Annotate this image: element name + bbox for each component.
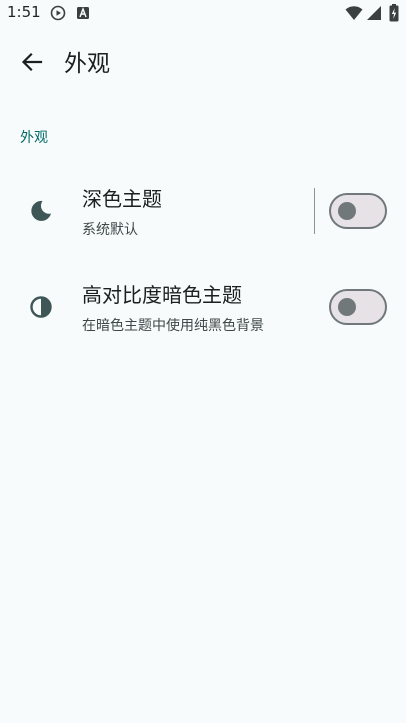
battery-icon bbox=[389, 4, 399, 26]
dark-theme-title: 深色主题 bbox=[82, 187, 162, 211]
back-button[interactable] bbox=[12, 44, 52, 84]
divider bbox=[314, 188, 315, 234]
contrast-icon bbox=[28, 294, 54, 320]
dark-theme-setting[interactable]: 深色主题 系统默认 bbox=[0, 166, 406, 254]
wifi-icon bbox=[345, 5, 363, 25]
dark-theme-switch[interactable] bbox=[329, 193, 387, 229]
status-time: 1:51 bbox=[7, 3, 41, 21]
app-bar: 外观 bbox=[0, 28, 406, 100]
switch-thumb bbox=[338, 202, 356, 220]
status-bar: 1:51 bbox=[0, 0, 406, 28]
moon-icon bbox=[28, 198, 54, 224]
high-contrast-title: 高对比度暗色主题 bbox=[82, 283, 242, 307]
play-icon bbox=[50, 5, 66, 25]
page-title: 外观 bbox=[64, 51, 110, 77]
navigation-bar bbox=[0, 715, 406, 723]
high-contrast-setting[interactable]: 高对比度暗色主题 在暗色主题中使用纯黑色背景 bbox=[0, 262, 406, 350]
high-contrast-subtitle: 在暗色主题中使用纯黑色背景 bbox=[82, 318, 264, 334]
font-icon bbox=[76, 5, 90, 24]
dark-theme-subtitle: 系统默认 bbox=[82, 222, 138, 238]
arrow-back-icon bbox=[21, 51, 43, 77]
switch-thumb bbox=[338, 298, 356, 316]
section-header: 外观 bbox=[20, 130, 48, 146]
high-contrast-switch[interactable] bbox=[329, 289, 387, 325]
signal-icon bbox=[366, 5, 382, 25]
